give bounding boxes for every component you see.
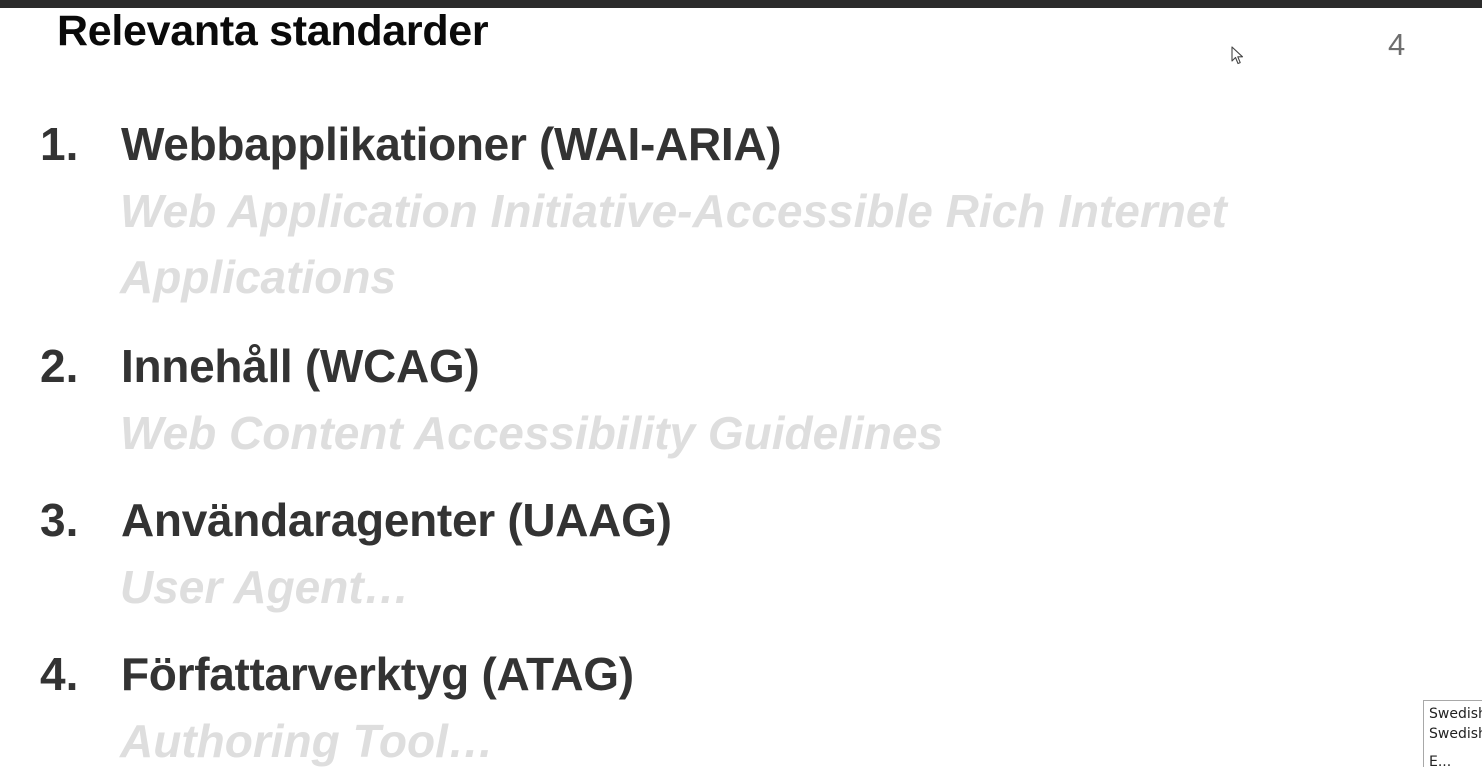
- list-item-number: 2.: [40, 340, 79, 392]
- caption-language-option[interactable]: Swedish: [1429, 724, 1482, 744]
- list-item-number: 3.: [40, 494, 79, 546]
- list-item-subtitle: Authoring Tool…: [120, 715, 494, 767]
- caption-language-panel[interactable]: Swedish Swedish E...: [1423, 700, 1482, 767]
- caption-language-option[interactable]: E...: [1429, 752, 1482, 767]
- list-item-title: Innehåll (WCAG): [121, 340, 480, 392]
- list-item-number: 4.: [40, 648, 79, 700]
- list-item-title: Användaragenter (UAAG): [121, 494, 672, 546]
- mouse-pointer-icon: [1231, 46, 1244, 65]
- list-item-subtitle: Web Content Accessibility Guidelines: [120, 407, 944, 459]
- slide-title: Relevanta standarder: [57, 7, 489, 55]
- caption-language-option[interactable]: Swedish: [1429, 704, 1482, 724]
- list-item-title: Webbapplikationer (WAI-ARIA): [121, 118, 782, 170]
- slide-page-number: 4: [1388, 27, 1406, 62]
- list-item-title: Författarverktyg (ATAG): [121, 648, 634, 700]
- list-item-subtitle-continued: Applications: [120, 251, 397, 303]
- list-item-number: 1.: [40, 118, 79, 170]
- list-item-subtitle: User Agent…: [120, 561, 410, 613]
- list-item-subtitle: Web Application Initiative-Accessible Ri…: [120, 185, 1227, 237]
